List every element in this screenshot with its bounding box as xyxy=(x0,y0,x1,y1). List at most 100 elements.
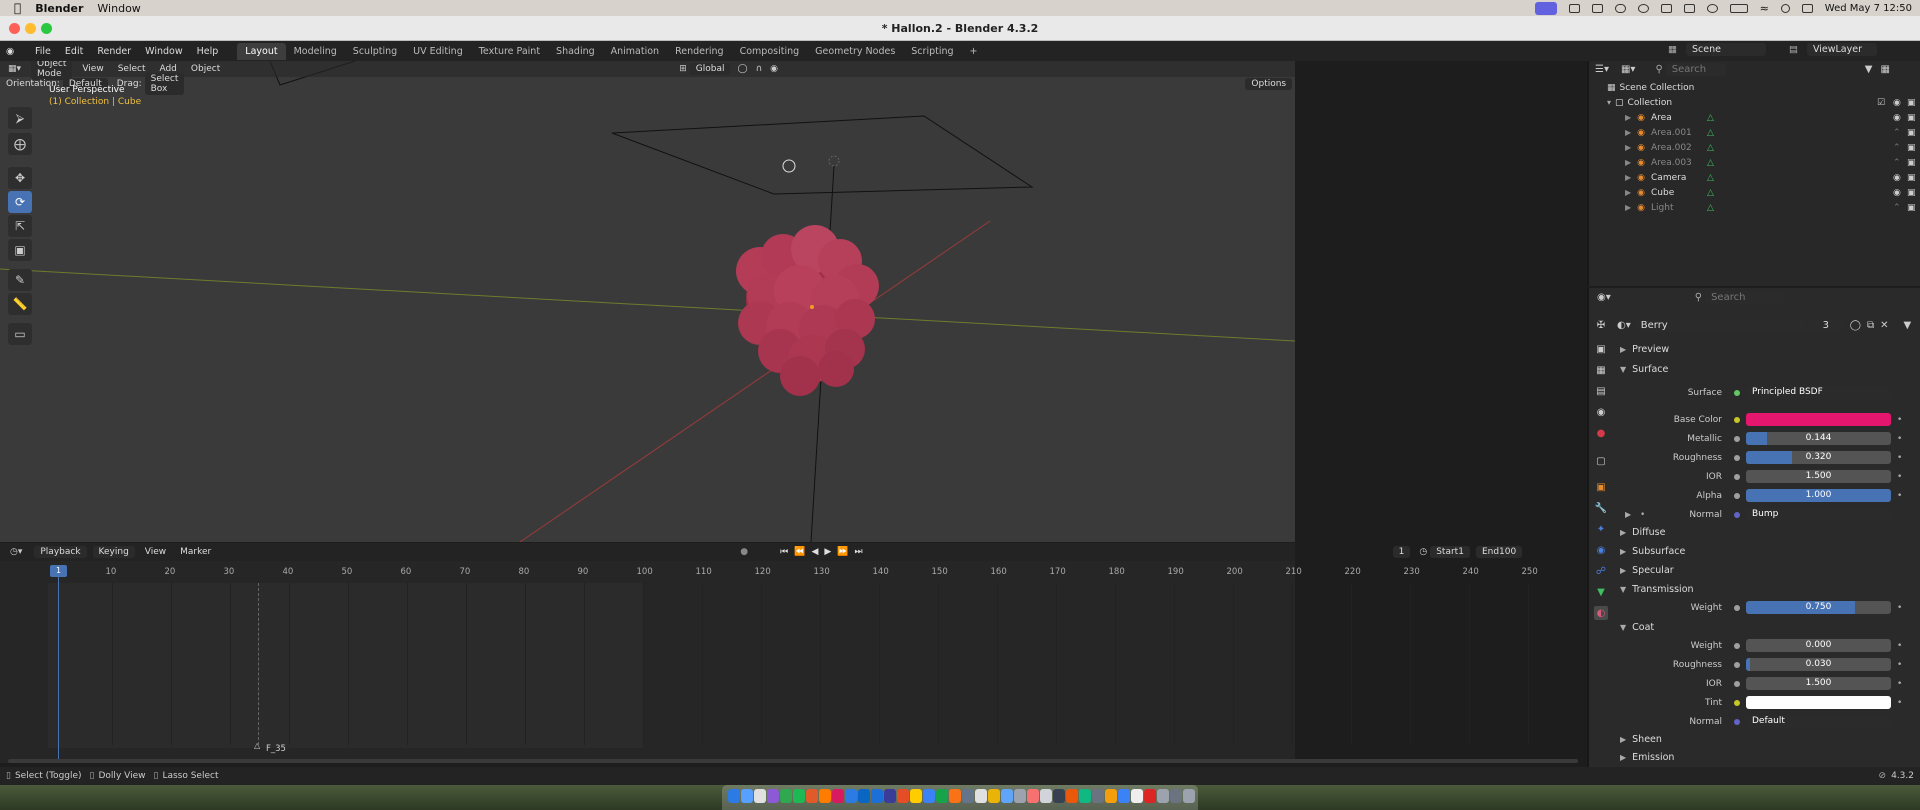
dock-app-icon[interactable] xyxy=(962,789,974,803)
play-icon[interactable]: ▶ xyxy=(824,547,831,557)
socket-dot[interactable] xyxy=(1734,604,1740,611)
node-filter-icon[interactable]: ▼ xyxy=(1903,320,1911,331)
dock-app-icon[interactable] xyxy=(1040,789,1052,803)
dock-app-icon[interactable] xyxy=(1183,789,1195,803)
dock-app-icon[interactable] xyxy=(1144,789,1156,803)
cloud-icon[interactable] xyxy=(1614,3,1626,13)
dock-app-icon[interactable] xyxy=(806,789,818,803)
expand-icon[interactable]: ▶ xyxy=(1625,203,1631,212)
expand-icon[interactable]: ▶ xyxy=(1625,173,1631,182)
keyframe-dot[interactable]: • xyxy=(1897,434,1902,444)
shader-socket-dot[interactable] xyxy=(1734,389,1740,396)
zoom-button[interactable] xyxy=(41,23,52,34)
dock-app-icon[interactable] xyxy=(910,789,922,803)
status-icon[interactable] xyxy=(1660,3,1672,13)
coat-tint-swatch[interactable] xyxy=(1746,696,1891,709)
dock-app-icon[interactable] xyxy=(1053,789,1065,803)
transmission-weight-slider[interactable]: 0.750 xyxy=(1746,601,1891,614)
socket-dot[interactable] xyxy=(1734,473,1740,480)
outliner-search-input[interactable]: Search xyxy=(1665,62,1726,76)
eye-icon[interactable]: ◉ xyxy=(1893,98,1901,108)
scale-tool-icon[interactable]: ⇱ xyxy=(8,215,32,237)
keyframe-dot[interactable]: • xyxy=(1897,698,1902,708)
3d-viewport[interactable]: Z Y X ▦▾ Object Mode View Select Add Obj… xyxy=(0,61,1295,542)
dock-app-icon[interactable] xyxy=(975,789,987,803)
object-tab-icon[interactable]: ▣ xyxy=(1594,480,1608,494)
surface-panel-header[interactable]: ▼ Surface xyxy=(1620,364,1668,375)
particles-tab-icon[interactable]: ✦ xyxy=(1594,522,1608,536)
timeline-scrollbar[interactable] xyxy=(8,759,1578,763)
dock-app-icon[interactable] xyxy=(949,789,961,803)
blender-logo-icon[interactable]: ◉ xyxy=(6,46,28,57)
dock-app-icon[interactable] xyxy=(741,789,753,803)
coat-panel-header[interactable]: ▼ Coat xyxy=(1620,622,1654,633)
menu-edit[interactable]: Edit xyxy=(58,46,90,57)
eye-icon[interactable]: ⌃ xyxy=(1893,128,1901,138)
timeline-editor-icon[interactable]: ◷▾ xyxy=(10,547,22,557)
preview-panel-header[interactable]: ▶ Preview xyxy=(1620,344,1669,355)
camera-icon[interactable]: ▣ xyxy=(1907,158,1916,168)
coat-ior-field[interactable]: 1.500 xyxy=(1746,677,1891,690)
unlink-material-icon[interactable]: ✕ xyxy=(1880,320,1888,331)
coat-weight-slider[interactable]: 0.000 xyxy=(1746,639,1891,652)
display-mode-icon[interactable]: ▦▾ xyxy=(1621,64,1635,75)
collection-tab-icon[interactable]: ▢ xyxy=(1594,454,1608,468)
expand-icon[interactable]: ▶ xyxy=(1625,143,1631,152)
window-menu[interactable]: Window xyxy=(97,2,140,15)
editor-type-icon[interactable]: ▦▾ xyxy=(8,64,21,74)
outliner-item[interactable]: ▶ ◉ Light △ ⌃ ▣ xyxy=(1589,200,1920,215)
keying-menu[interactable]: Keying xyxy=(92,546,135,558)
wifi-icon[interactable]: ≈ xyxy=(1760,2,1769,15)
status-icon[interactable] xyxy=(1637,3,1649,13)
dock-app-icon[interactable] xyxy=(1027,789,1039,803)
snap-icon[interactable]: ∩ xyxy=(756,64,763,74)
new-collection-icon[interactable]: ▦ xyxy=(1880,64,1889,75)
viewport-menu-view[interactable]: View xyxy=(75,64,110,74)
playhead-line[interactable] xyxy=(58,573,59,763)
outliner-item[interactable]: ▶ ◉ Area.001 △ ⌃ ▣ xyxy=(1589,125,1920,140)
properties-search-input[interactable]: Search xyxy=(1705,290,1786,304)
keyframe-dot[interactable]: • xyxy=(1897,415,1902,425)
fake-user-icon[interactable]: ◯ xyxy=(1850,320,1861,331)
dock-app-icon[interactable] xyxy=(1170,789,1182,803)
viewport-menu-object[interactable]: Object xyxy=(184,64,227,74)
dock-app-icon[interactable] xyxy=(793,789,805,803)
keyframe-dot[interactable]: • xyxy=(1897,679,1902,689)
scene-collection-row[interactable]: ▦ Scene Collection xyxy=(1589,80,1920,95)
keyframe-dot[interactable]: • xyxy=(1897,472,1902,482)
dock-app-icon[interactable] xyxy=(1118,789,1130,803)
transmission-panel-header[interactable]: ▼ Transmission xyxy=(1620,584,1694,595)
cursor-tool-icon[interactable]: ⨁ xyxy=(8,133,32,155)
color-socket-dot[interactable] xyxy=(1734,699,1740,706)
dock-app-icon[interactable] xyxy=(1105,789,1117,803)
keyframe-dot[interactable]: • xyxy=(1897,660,1902,670)
keyframe-dot[interactable]: • xyxy=(1897,453,1902,463)
camera-icon[interactable]: ▣ xyxy=(1907,188,1916,198)
dock-app-icon[interactable] xyxy=(845,789,857,803)
outliner-item[interactable]: ▶ ◉ Camera △ ◉ ▣ xyxy=(1589,170,1920,185)
dock-app-icon[interactable] xyxy=(767,789,779,803)
roughness-slider[interactable]: 0.320 xyxy=(1746,451,1891,464)
scene-selector[interactable]: Scene xyxy=(1685,43,1766,56)
play-icon[interactable] xyxy=(1706,3,1718,13)
screen-mirror-icon[interactable] xyxy=(1534,1,1557,15)
eye-icon[interactable]: ◉ xyxy=(1893,188,1901,198)
camera-icon[interactable]: ▣ xyxy=(1907,113,1916,123)
view-layer-selector[interactable]: ViewLayer xyxy=(1806,43,1877,56)
socket-dot[interactable] xyxy=(1734,435,1740,442)
dock-app-icon[interactable] xyxy=(1131,789,1143,803)
record-icon[interactable]: ● xyxy=(740,547,748,557)
constraints-tab-icon[interactable]: ☍ xyxy=(1594,564,1608,578)
jump-start-icon[interactable]: ⏮ xyxy=(780,547,788,557)
scene-tab-icon[interactable]: ◉ xyxy=(1594,405,1608,419)
material-name-field[interactable]: Berry xyxy=(1634,318,1805,332)
stopwatch-icon[interactable]: ◷ xyxy=(1419,547,1427,557)
drag-selector[interactable]: Select Box xyxy=(144,73,185,95)
annotate-tool-icon[interactable]: ✎ xyxy=(8,269,32,291)
ior-field[interactable]: 1.500 xyxy=(1746,470,1891,483)
outliner-item[interactable]: ▶ ◉ Area.002 △ ⌃ ▣ xyxy=(1589,140,1920,155)
outliner-item[interactable]: ▶ ◉ Cube △ ◉ ▣ xyxy=(1589,185,1920,200)
dock-app-icon[interactable] xyxy=(936,789,948,803)
rotate-tool-icon[interactable]: ⟳ xyxy=(8,191,32,213)
expand-icon[interactable]: ▶ xyxy=(1625,128,1631,137)
